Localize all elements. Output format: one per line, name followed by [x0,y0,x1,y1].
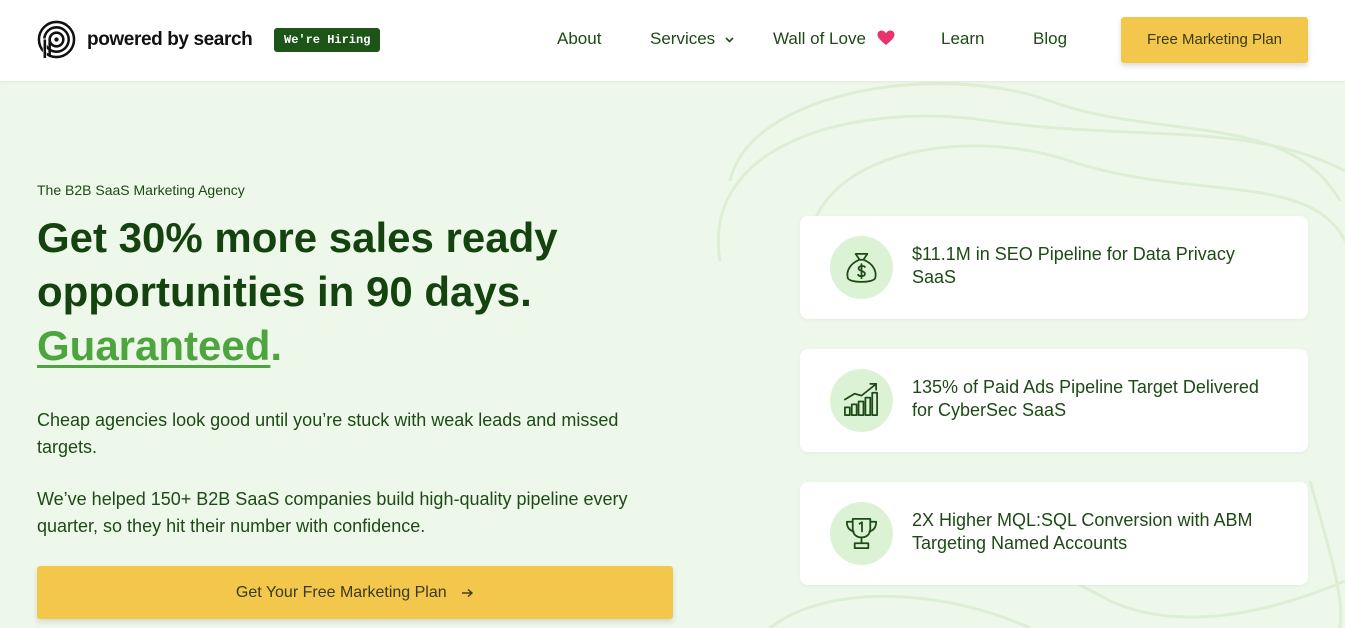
nav-services[interactable]: Services [650,29,735,49]
site-header: powered by search We're Hiring About Ser… [0,0,1345,81]
growth-chart-icon [844,383,878,417]
nav-about[interactable]: About [557,29,601,49]
headline-highlight: Guaranteed [37,322,271,369]
heart-icon [877,30,895,45]
stat-icon-circle [830,369,893,432]
cta-main-label: Get Your Free Marketing Plan [235,584,447,601]
stat-text: $11.1M in SEO Pipeline for Data Privacy … [912,244,1235,287]
stat-icon-circle [830,502,893,565]
nav-blog[interactable]: Blog [1033,29,1067,49]
hero-paragraph-2: We’ve helped 150+ B2B SaaS companies bui… [37,489,628,536]
headline-line-2: opportunities in 90 days. [37,268,532,315]
headline-line-1: Get 30% more sales ready [37,214,558,261]
hero-paragraph-1: Cheap agencies look good until you’re st… [37,410,619,457]
arrow-right-icon [462,588,474,597]
free-marketing-plan-button[interactable]: Free Marketing Plan [1121,17,1308,63]
stat-card-seo: $11.1M in SEO Pipeline for Data Privacy … [800,216,1308,319]
hero-headline: Get 30% more sales ready opportunities i… [37,211,697,373]
money-bag-icon [846,252,877,283]
logo-text: powered by search [87,28,253,50]
logo-mark-icon [37,20,76,59]
chevron-down-icon [725,36,734,43]
stat-text: 135% of Paid Ads Pipeline Target Deliver… [912,377,1259,420]
get-free-marketing-plan-button[interactable]: Get Your Free Marketing Plan [37,566,673,619]
trophy-icon [845,517,878,550]
headline-period: . [270,322,283,369]
stat-text: 2X Higher MQL:SQL Conversion with ABM Ta… [912,510,1253,553]
stat-card-abm: 2X Higher MQL:SQL Conversion with ABM Ta… [800,482,1308,585]
nav-services-label: Services [650,29,716,48]
hiring-badge[interactable]: We're Hiring [274,28,381,52]
hero-eyebrow: The B2B SaaS Marketing Agency [37,182,245,198]
nav-learn[interactable]: Learn [941,29,984,49]
stat-icon-circle [830,236,893,299]
nav-wall-of-love[interactable]: Wall of Love [773,29,895,49]
nav-wall-of-love-label: Wall of Love [773,29,866,48]
stat-card-paid-ads: 135% of Paid Ads Pipeline Target Deliver… [800,349,1308,452]
logo[interactable]: powered by search [37,20,253,59]
